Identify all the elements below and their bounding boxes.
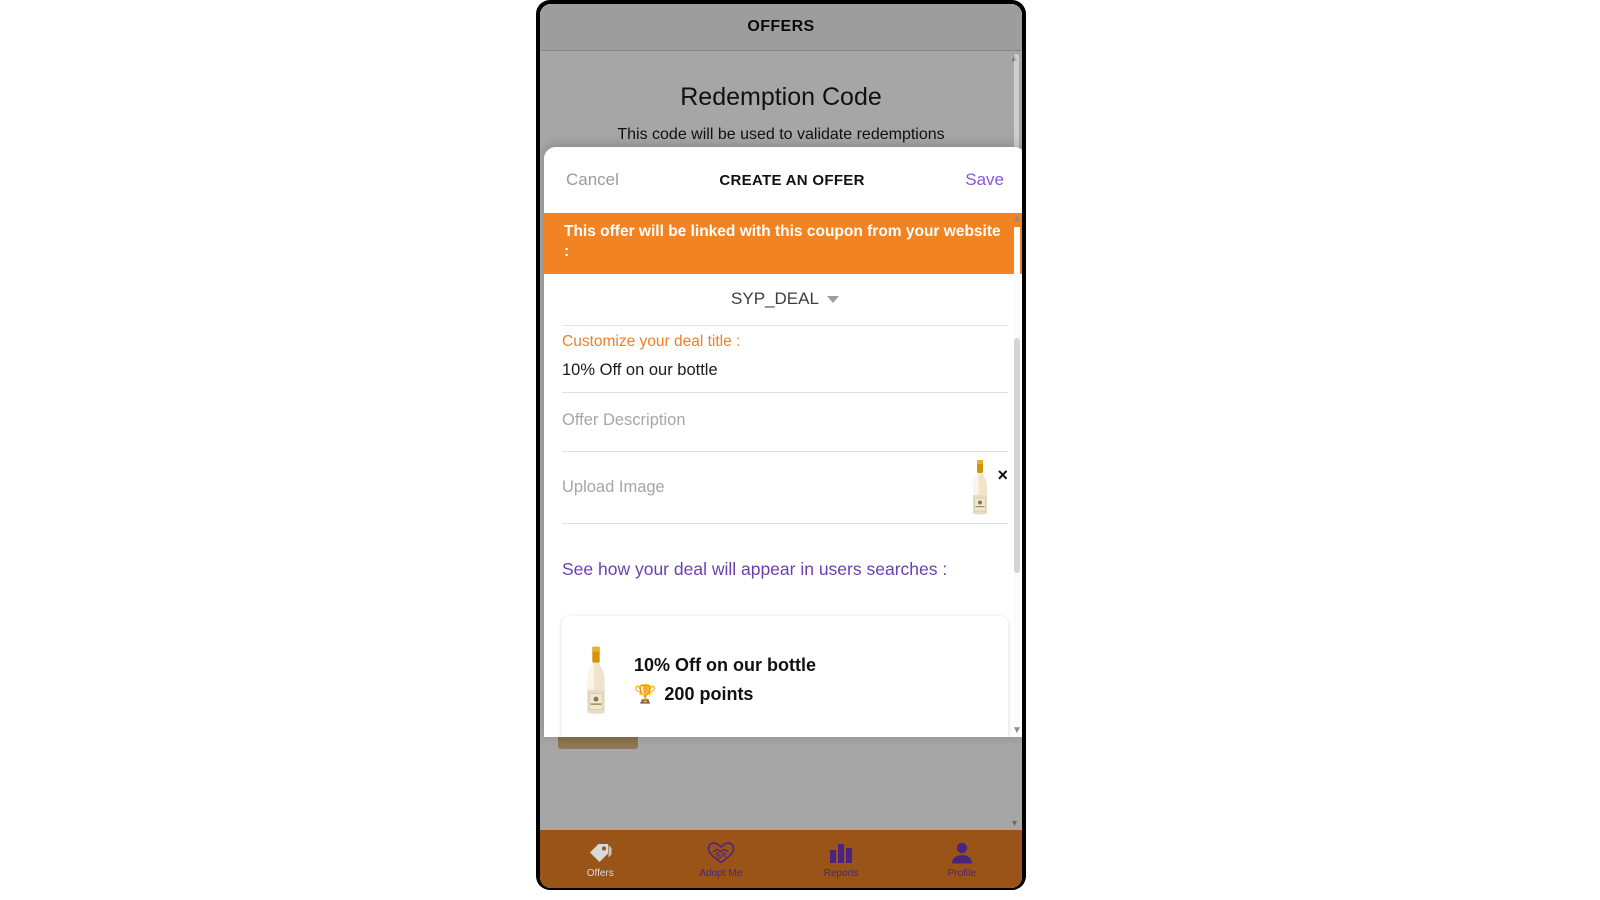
save-button[interactable]: Save bbox=[965, 170, 1004, 190]
deal-preview-card: 10% Off on our bottle 🏆 200 points bbox=[562, 615, 1008, 737]
tab-label: Offers bbox=[586, 867, 614, 879]
trophy-icon: 🏆 bbox=[634, 683, 657, 704]
modal-body: This offer will be linked with this coup… bbox=[544, 213, 1022, 737]
handshake-heart-icon bbox=[707, 840, 735, 866]
linked-coupon-banner: This offer will be linked with this coup… bbox=[544, 213, 1022, 274]
offer-description-field[interactable]: Offer Description bbox=[562, 393, 1008, 452]
redemption-code-subtitle: This code will be used to validate redem… bbox=[617, 126, 945, 143]
person-icon bbox=[949, 840, 975, 866]
upload-image-label: Upload Image bbox=[562, 477, 665, 496]
modal-scroll-up-arrow[interactable]: ▲ bbox=[1012, 213, 1022, 225]
deal-card-text: 10% Off on our bottle 🏆 200 points bbox=[634, 655, 816, 705]
tab-profile[interactable]: Profile bbox=[902, 830, 1023, 888]
tab-reports[interactable]: Reports bbox=[781, 830, 902, 888]
chevron-down-icon bbox=[826, 295, 839, 303]
tab-offers[interactable]: Offers bbox=[540, 830, 661, 888]
tab-label: Profile bbox=[947, 867, 976, 879]
modal-scrollbar[interactable]: ▲ ▼ bbox=[1010, 213, 1022, 737]
deal-card-title: 10% Off on our bottle bbox=[634, 654, 816, 675]
deal-title-field[interactable]: Customize your deal title : 10% Off on o… bbox=[562, 326, 1008, 393]
deal-card-points-text: 200 points bbox=[664, 683, 754, 704]
offer-description-input[interactable]: Offer Description bbox=[562, 400, 1008, 442]
coupon-dropdown-value: SYP_DEAL bbox=[731, 289, 819, 309]
create-offer-modal: Cancel CREATE AN OFFER Save This offer w… bbox=[544, 147, 1022, 737]
tag-icon bbox=[587, 840, 613, 866]
coupon-dropdown[interactable]: SYP_DEAL bbox=[562, 274, 1008, 326]
modal-header: Cancel CREATE AN OFFER Save bbox=[544, 147, 1022, 213]
cancel-button[interactable]: Cancel bbox=[566, 170, 619, 190]
uploaded-image-preview: × bbox=[967, 458, 1008, 516]
phone-screen: OFFERS Redemption Code This code will be… bbox=[540, 4, 1022, 888]
wine-bottle-image bbox=[587, 646, 605, 714]
background-navbar-title: OFFERS bbox=[747, 18, 815, 35]
tab-label: Reports bbox=[823, 867, 859, 879]
background-scroll-down-arrow[interactable]: ▼ bbox=[1010, 819, 1019, 828]
phone-device-frame: OFFERS Redemption Code This code will be… bbox=[536, 0, 1026, 890]
wine-bottle-thumbnail bbox=[973, 460, 988, 515]
modal-title: CREATE AN OFFER bbox=[719, 171, 865, 189]
tab-label: Adopt Me bbox=[699, 867, 743, 879]
preview-heading: See how your deal will appear in users s… bbox=[562, 558, 948, 579]
deal-title-input[interactable]: 10% Off on our bottle bbox=[562, 357, 1008, 383]
modal-scrollbar-thumb[interactable] bbox=[1014, 338, 1020, 573]
background-navbar: OFFERS bbox=[540, 4, 1022, 51]
deal-card-points: 🏆 200 points bbox=[634, 684, 816, 705]
tab-adopt-me[interactable]: Adopt Me bbox=[661, 830, 782, 888]
remove-image-button[interactable]: × bbox=[997, 466, 1008, 484]
bottom-tab-bar: Offers Adopt Me Reports Profile bbox=[540, 830, 1022, 888]
bar-chart-icon bbox=[828, 840, 854, 866]
modal-scroll-down-arrow[interactable]: ▼ bbox=[1012, 725, 1022, 737]
redemption-code-title: Redemption Code bbox=[680, 83, 882, 111]
deal-title-label: Customize your deal title : bbox=[562, 332, 741, 350]
upload-image-field[interactable]: Upload Image × bbox=[562, 452, 1008, 524]
